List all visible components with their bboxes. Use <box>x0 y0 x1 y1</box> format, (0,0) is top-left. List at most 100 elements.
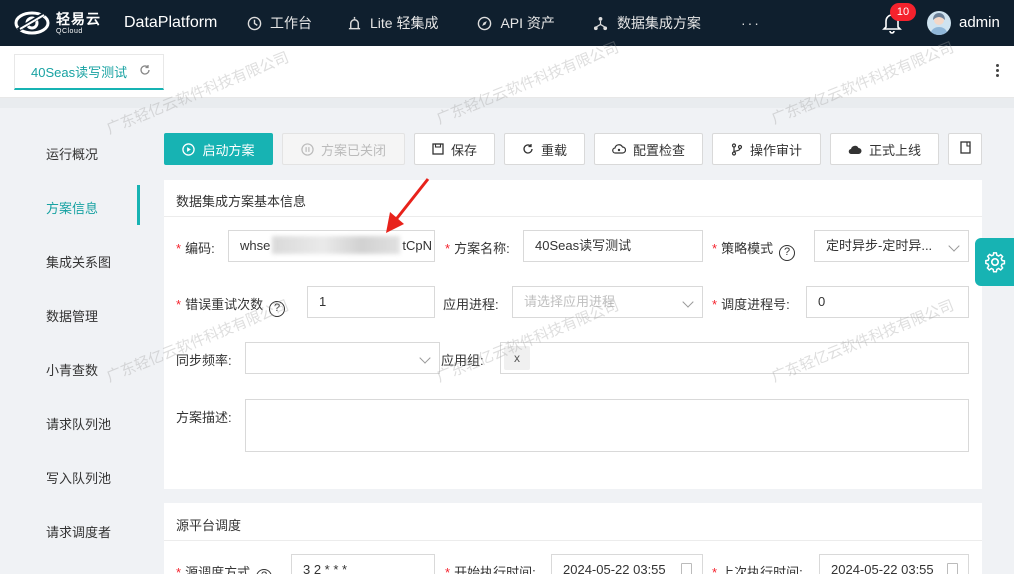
sync-frequency-label: 同步频率: <box>176 353 232 368</box>
save-button[interactable]: 保存 <box>414 133 495 165</box>
source-mode-input[interactable]: 3 2 * * * <box>291 554 435 574</box>
cloud-sync-icon <box>612 143 626 155</box>
logo-icon <box>14 11 50 35</box>
sidebar-item-relation-graph[interactable]: 集成关系图 <box>46 252 111 271</box>
plan-closed-label: 方案已关闭 <box>320 142 386 158</box>
tab-plan[interactable]: 40Seas读写测试 <box>14 54 164 90</box>
nav-label: 工作台 <box>270 15 312 31</box>
sidebar-item-request-queue[interactable]: 请求队列池 <box>46 414 111 433</box>
panel-title: 数据集成方案基本信息 <box>176 194 307 209</box>
help-icon: ? <box>269 301 286 317</box>
strategy-label: * 策略模式? <box>712 238 796 261</box>
retry-count-input[interactable]: 1 <box>307 286 435 318</box>
divider <box>164 540 982 541</box>
operation-audit-button[interactable]: 操作审计 <box>712 133 821 165</box>
cloud-icon <box>848 144 862 155</box>
config-check-label: 配置检查 <box>632 142 685 158</box>
operation-audit-label: 操作审计 <box>749 142 802 158</box>
network-icon <box>593 15 609 31</box>
go-live-button[interactable]: 正式上线 <box>830 133 939 165</box>
nav-more-button[interactable]: ··· <box>741 15 761 31</box>
clock-icon <box>246 15 262 31</box>
strategy-select[interactable]: 定时异步-定时异... <box>814 230 969 262</box>
code-label: * 编码: <box>176 241 215 256</box>
reload-label: 重载 <box>540 142 567 158</box>
sidebar-item-query[interactable]: 小青查数 <box>46 360 98 379</box>
nav-api-assets[interactable]: API 资产 <box>476 13 555 33</box>
divider <box>0 98 1014 108</box>
plan-name-input[interactable]: 40Seas读写测试 <box>523 230 703 262</box>
sync-frequency-select[interactable] <box>245 342 440 374</box>
chevron-down-icon <box>948 240 960 252</box>
username[interactable]: admin <box>959 14 1000 31</box>
tab-bar: 40Seas读写测试 <box>0 46 1014 98</box>
app-process-label: 应用进程: <box>443 297 499 312</box>
last-time-label: * 上次执行时间: <box>712 565 803 574</box>
config-check-button[interactable]: 配置检查 <box>594 133 703 165</box>
gear-icon <box>984 252 1005 273</box>
plan-name-label: * 方案名称: <box>445 241 510 256</box>
description-textarea[interactable] <box>245 399 969 452</box>
branch-icon <box>731 142 743 156</box>
help-icon: ? <box>779 245 796 261</box>
divider <box>164 216 982 217</box>
start-time-label: * 开始执行时间: <box>445 565 536 574</box>
app-group-input[interactable]: x <box>500 342 969 374</box>
retry-count-label: * 错误重试次数? <box>176 294 286 317</box>
app-group-label: 应用组: <box>441 353 484 368</box>
compass-icon <box>476 15 492 31</box>
chevron-down-icon <box>682 296 694 308</box>
reload-button[interactable]: 重载 <box>504 133 585 165</box>
nav-lite[interactable]: Lite 轻集成 <box>346 13 438 33</box>
logo-text-cn: 轻易云 <box>56 10 101 27</box>
panel-title: 源平台调度 <box>176 518 242 533</box>
pause-circle-icon <box>301 142 314 156</box>
more-vertical-icon[interactable] <box>996 64 1000 79</box>
calendar-icon <box>681 563 692 574</box>
brand-name: DataPlatform <box>124 14 218 31</box>
sidebar-item-plan-info[interactable]: 方案信息 <box>46 198 98 217</box>
save-icon <box>432 143 444 155</box>
nav-label: Lite 轻集成 <box>370 15 439 31</box>
redacted-mask <box>272 236 400 254</box>
plan-closed-button[interactable]: 方案已关闭 <box>282 133 405 165</box>
tab-label: 40Seas读写测试 <box>31 65 128 80</box>
reload-icon <box>522 143 534 155</box>
refresh-icon[interactable] <box>139 64 151 79</box>
notification-badge: 10 <box>890 3 916 21</box>
top-navbar: 轻易云 QCloud DataPlatform 工作台 Lite 轻集成 API… <box>0 0 1014 46</box>
start-time-input[interactable]: 2024-05-22 03:55 <box>551 554 703 574</box>
source-mode-label: *源调度方式? <box>176 562 273 574</box>
sidebar-item-overview[interactable]: 运行概况 <box>46 144 98 163</box>
chevron-down-icon <box>419 352 431 364</box>
help-icon: ? <box>256 569 273 574</box>
app-process-select[interactable]: 请选择应用进程 <box>512 286 703 318</box>
description-label: 方案描述: <box>176 410 232 425</box>
last-time-input[interactable]: 2024-05-22 03:55 <box>819 554 969 574</box>
calendar-icon <box>947 563 958 574</box>
sched-process-label: * 调度进程号: <box>712 297 790 312</box>
start-plan-button[interactable]: 启动方案 <box>164 133 273 165</box>
nav-label: API 资产 <box>500 15 555 31</box>
save-label: 保存 <box>450 142 477 158</box>
nav-integration-plans[interactable]: 数据集成方案 <box>593 13 701 33</box>
tag-close-icon[interactable]: x <box>504 346 530 370</box>
nav-workbench[interactable]: 工作台 <box>246 13 312 33</box>
active-indicator <box>137 185 140 225</box>
start-plan-label: 启动方案 <box>202 142 255 158</box>
go-live-label: 正式上线 <box>868 142 921 158</box>
alarm-light-icon <box>346 15 362 31</box>
annotation-arrow-icon <box>386 178 430 233</box>
logo[interactable]: 轻易云 QCloud <box>14 10 114 36</box>
nav-label: 数据集成方案 <box>616 15 701 31</box>
sidebar: 运行概况 方案信息 集成关系图 数据管理 小青查数 请求队列池 写入队列池 请求… <box>0 108 150 574</box>
document-icon <box>959 141 971 157</box>
sidebar-item-request-scheduler[interactable]: 请求调度者 <box>46 522 111 541</box>
logo-text-en: QCloud <box>56 27 83 35</box>
sidebar-item-write-queue[interactable]: 写入队列池 <box>46 468 111 487</box>
document-button[interactable] <box>948 133 982 165</box>
sched-process-input[interactable]: 0 <box>806 286 969 318</box>
sidebar-item-data-management[interactable]: 数据管理 <box>46 306 98 325</box>
settings-button[interactable] <box>975 238 1014 286</box>
avatar[interactable] <box>927 11 951 35</box>
